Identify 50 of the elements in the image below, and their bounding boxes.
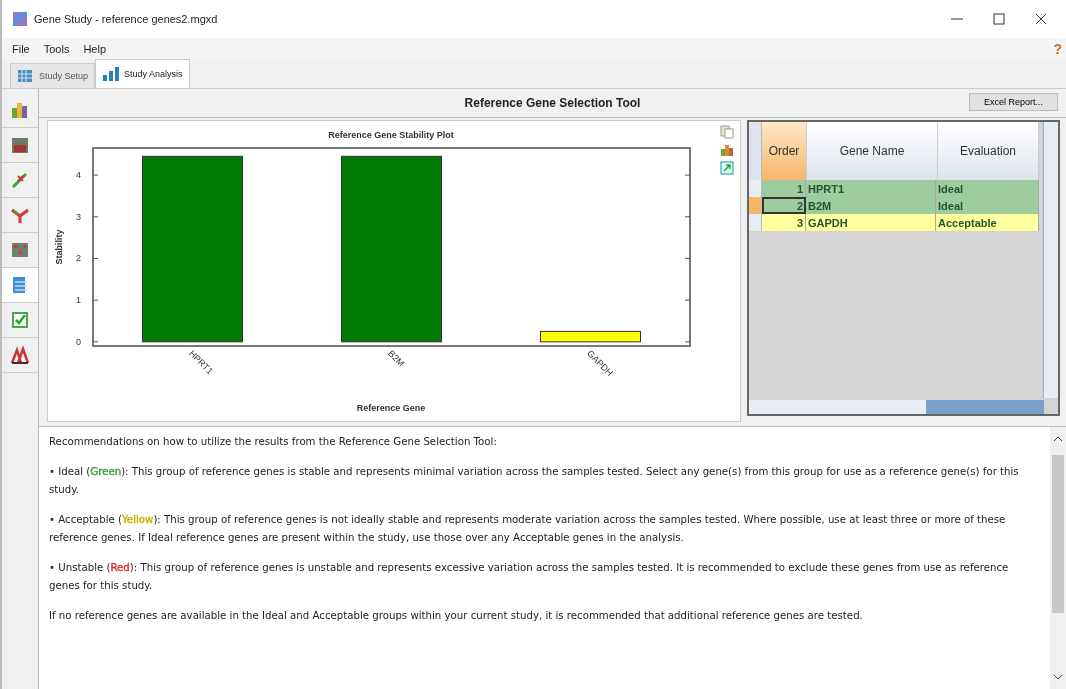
table-cell: 2	[762, 197, 806, 214]
close-icon[interactable]	[1034, 12, 1048, 26]
tick-label: 2	[76, 253, 81, 264]
axis-title: Stability	[54, 229, 64, 265]
recommendation-text: If no reference genes are available in the Ideal and Acceptable groups within your current study, it is recommended that additional reference genes are tested.	[49, 609, 864, 623]
scatter-icon	[10, 170, 30, 190]
vertical-scrollbar[interactable]	[1043, 122, 1058, 398]
chart-icon[interactable]	[720, 143, 734, 157]
app-icon	[12, 11, 28, 27]
image-icon	[10, 135, 30, 155]
scroll-thumb[interactable]	[1052, 455, 1064, 613]
menu-item[interactable]: Tools	[43, 43, 70, 55]
tick-label: 4	[76, 170, 81, 181]
scroll-down-icon[interactable]	[1053, 673, 1063, 681]
axis-title: Reference Gene	[356, 403, 426, 413]
export-icon[interactable]	[720, 161, 734, 175]
menu-item[interactable]: File	[12, 43, 30, 55]
menu-item[interactable]: Help	[83, 43, 107, 55]
recommendation-text: • Ideal (Green): This group of reference genes is stable and represents minimal variation across the samples tested. Select any gene(s) from this group for use as a reference gene(s) for this study.	[49, 465, 1020, 497]
tick-label: 3	[76, 211, 81, 222]
tab[interactable]: Study Analysis	[95, 59, 190, 88]
document-icon	[10, 275, 30, 295]
window-title: Gene Study - reference genes2.mgxd	[34, 13, 218, 25]
grid-icon	[10, 240, 30, 260]
column-header[interactable]: Order	[762, 122, 807, 180]
table-cell: Acceptable	[936, 214, 1039, 231]
table-corner[interactable]	[749, 122, 762, 180]
scroll-up-icon[interactable]	[1053, 435, 1063, 443]
tick-label: 1	[76, 295, 81, 306]
horizontal-scrollbar[interactable]	[749, 400, 1044, 414]
row-header[interactable]	[749, 180, 762, 197]
table-cell: 3	[762, 214, 806, 231]
bar-chart-icon	[10, 100, 30, 120]
peaks-icon	[10, 345, 30, 365]
maximize-icon[interactable]	[992, 12, 1006, 26]
vertical-scrollbar[interactable]	[1050, 427, 1066, 689]
table-icon	[17, 68, 35, 84]
tab[interactable]: Study Setup	[10, 63, 96, 88]
checkbox-icon	[10, 310, 30, 330]
recommendation-text: • Acceptable (Yellow): This group of reference genes is not ideally stable and represents moderate variation across the samples tested. Where possible, use at least three or more of these reference genes. If Ideal reference genes are present within the study, use those over any Acceptable genes in the analysis.	[49, 513, 1007, 545]
excel-report-button[interactable]: Excel Report...	[968, 93, 1058, 111]
panel-title: Reference Gene Selection Tool	[464, 96, 641, 110]
recommendation-text: Recommendations on how to utilize the results from the Reference Gene Selection Tool:	[49, 435, 498, 449]
bar-chart-icon	[102, 66, 121, 82]
table-cell: GAPDH	[806, 214, 936, 231]
row-header[interactable]	[749, 214, 762, 231]
tick-label: 0	[76, 336, 81, 347]
recommendation-text: • Unstable (Red): This group of reference genes is unstable and represents excessive variation across the samples tested. It is recommended to exclude these genes from use as reference genes for this study.	[49, 561, 1010, 593]
copy-icon[interactable]	[720, 125, 734, 139]
chart-title: Reference Gene Stability Plot	[328, 130, 454, 140]
